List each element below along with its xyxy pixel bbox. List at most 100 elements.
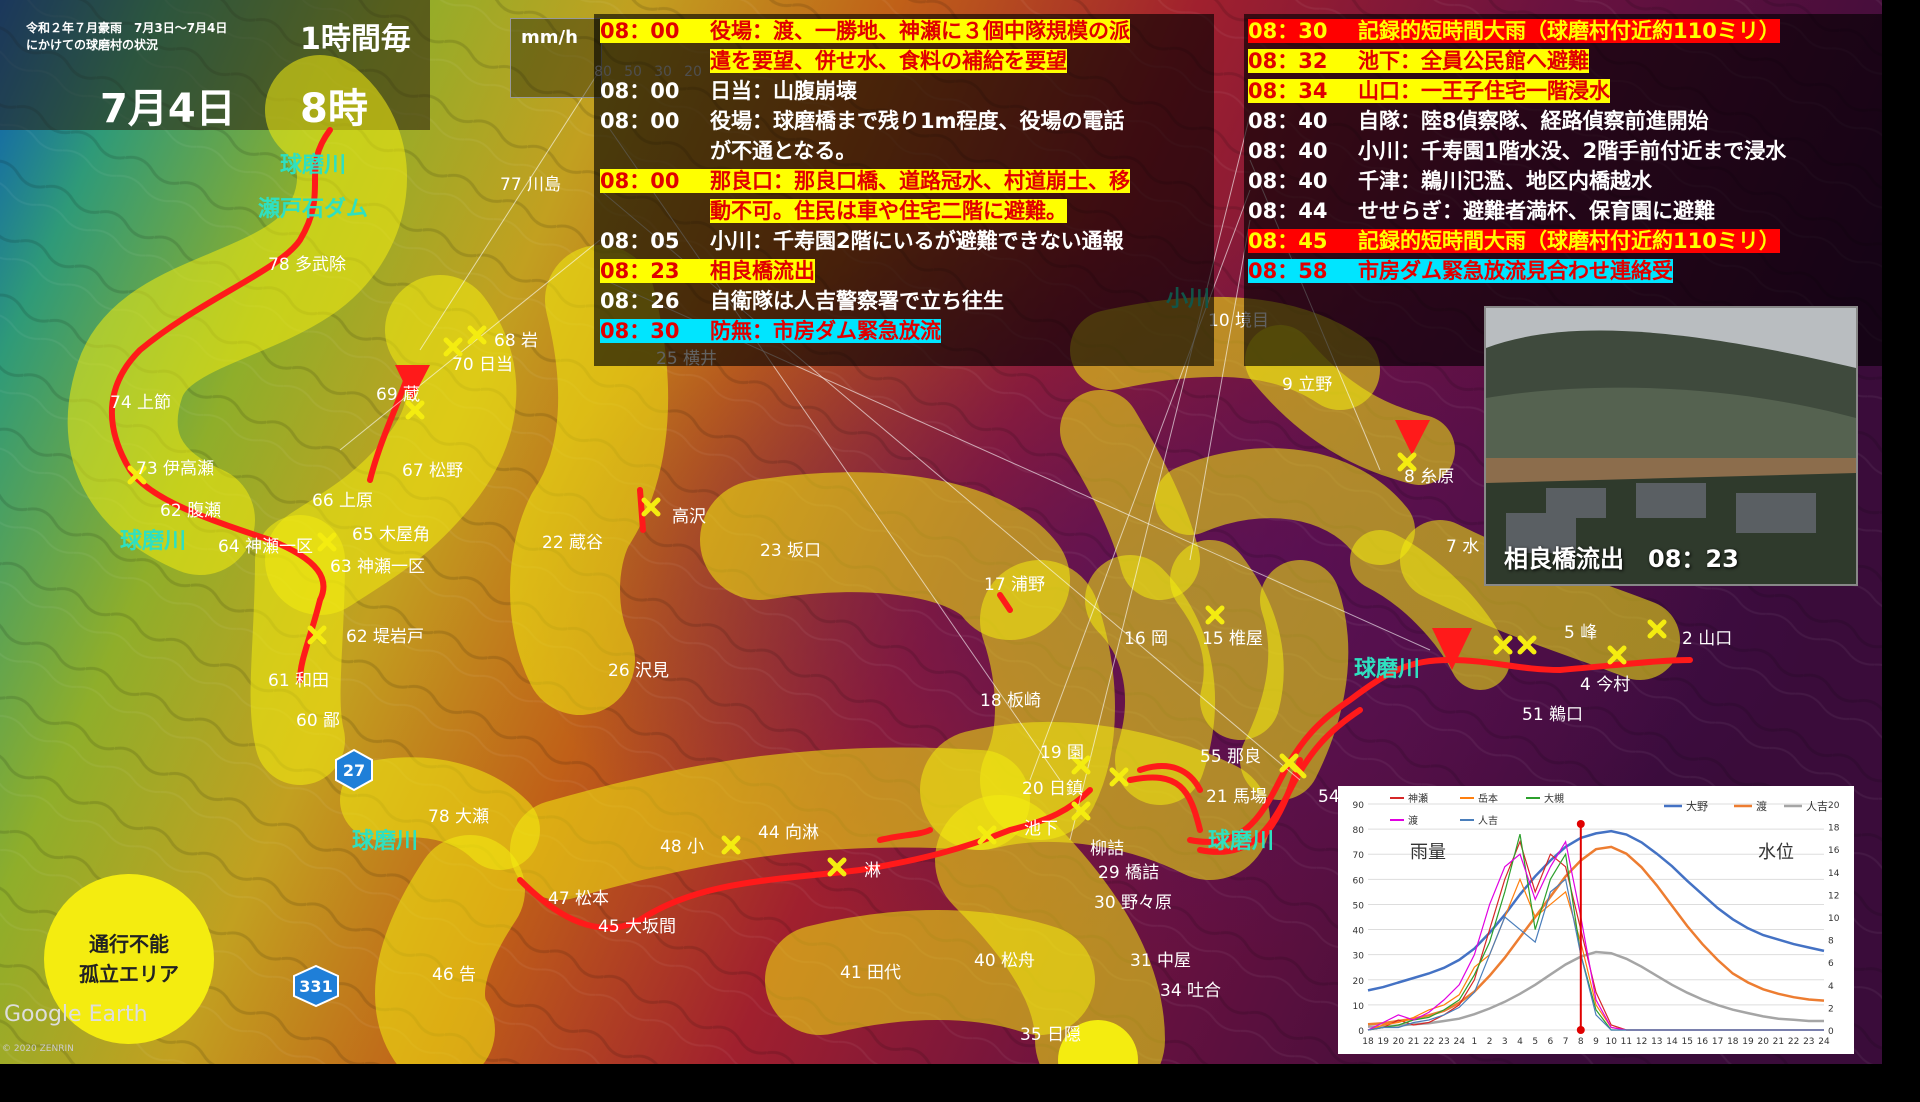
log-time: 08：45 bbox=[1248, 229, 1328, 253]
log-text: 小川：千寿園1階水没、2階手前付近まで浸水 bbox=[1358, 139, 1787, 163]
log-time: 08：34 bbox=[1248, 79, 1328, 103]
event-log-left: 08：00 役場：渡、一勝地、神瀬に３個中隊規模の派 遣を要望、併せ水、食料の補給を… bbox=[600, 16, 1130, 346]
x-tick-label: 8 bbox=[1578, 1037, 1584, 1047]
log-entry: 08：34 山口：一王子住宅一階浸水 bbox=[1248, 76, 1786, 106]
place-label: 22 蔵谷 bbox=[542, 533, 603, 553]
svg-text:27: 27 bbox=[343, 761, 365, 780]
x-tick-label: 3 bbox=[1502, 1037, 1508, 1047]
route-badge-27: 27 bbox=[335, 748, 373, 792]
x-tick-label: 19 bbox=[1377, 1037, 1389, 1047]
right-tick-label: 4 bbox=[1828, 982, 1834, 992]
log-entry: 08：00 役場：渡、一勝地、神瀬に３個中隊規模の派 bbox=[600, 16, 1130, 46]
log-text: 市房ダム緊急放流見合わせ連絡受 bbox=[1358, 259, 1673, 283]
x-tick-label: 23 bbox=[1803, 1037, 1814, 1047]
left-tick-label: 40 bbox=[1353, 927, 1365, 937]
left-axis-label: 雨量 bbox=[1410, 842, 1446, 863]
log-entry: 08：23 相良橋流出 bbox=[600, 256, 1130, 286]
x-tick-label: 22 bbox=[1423, 1037, 1434, 1047]
log-time: 08：40 bbox=[1248, 139, 1328, 163]
place-label: 4 今村 bbox=[1580, 675, 1630, 695]
log-text: 相良橋流出 bbox=[710, 259, 815, 283]
rain-series-line bbox=[1367, 840, 1824, 1031]
place-label: 池下 bbox=[1024, 819, 1058, 839]
x-tick-label: 2 bbox=[1487, 1037, 1493, 1047]
place-label: 73 伊高瀬 bbox=[136, 459, 214, 479]
place-label: 9 立野 bbox=[1282, 375, 1332, 395]
interval-label: 1時間毎 bbox=[300, 22, 411, 57]
right-tick-label: 20 bbox=[1828, 801, 1840, 811]
x-tick-label: 17 bbox=[1712, 1037, 1723, 1047]
log-entry: 08：40 千津：鵜川氾濫、地区内橋越水 bbox=[1248, 166, 1786, 196]
place-label: 70 日当 bbox=[452, 355, 513, 375]
place-label: 48 小 bbox=[660, 837, 704, 857]
left-tick-label: 80 bbox=[1353, 826, 1365, 836]
place-label: 78 多武除 bbox=[268, 255, 346, 275]
rain-water-level-chart: 0 10 20 30 40 50 60 70 80 90 0 2 4 6 8 10 12 14 16 18 20 18 19… bbox=[1338, 786, 1854, 1054]
svg-text:331: 331 bbox=[299, 977, 332, 996]
place-label: 66 上原 bbox=[312, 491, 373, 511]
x-tick-label: 6 bbox=[1548, 1037, 1554, 1047]
log-entry: 08：40 自隊：陸8偵察隊、経路偵察前進開始 bbox=[1248, 106, 1786, 136]
date-label: 7月4日 bbox=[100, 86, 236, 132]
log-time: 08：44 bbox=[1248, 199, 1328, 223]
place-label: 46 告 bbox=[432, 965, 476, 985]
log-time: 08：58 bbox=[1248, 259, 1328, 283]
place-label: 61 和田 bbox=[268, 671, 329, 691]
x-tick-label: 5 bbox=[1532, 1037, 1538, 1047]
log-text: 山口：一王子住宅一階浸水 bbox=[1358, 79, 1610, 103]
place-label: 球磨川 bbox=[280, 153, 346, 178]
log-time: 08：05 bbox=[600, 229, 680, 253]
x-tick-label: 11 bbox=[1621, 1037, 1632, 1047]
log-entry: 08：45 記録的短時間大雨（球磨村付近約110ミリ） bbox=[1248, 226, 1786, 256]
left-tick-label: 50 bbox=[1353, 901, 1365, 911]
x-tick-label: 12 bbox=[1636, 1037, 1647, 1047]
log-text: 防無：市房ダム緊急放流 bbox=[710, 319, 941, 343]
log-time: 08：32 bbox=[1248, 49, 1328, 73]
place-label: 67 松野 bbox=[402, 461, 463, 481]
place-label: 30 野々原 bbox=[1094, 893, 1172, 913]
place-label: 69 蔵 bbox=[376, 385, 420, 405]
log-entry: 08：44 せせらぎ：避難者満杯、保育園に避難 bbox=[1248, 196, 1786, 226]
place-label: 2 山口 bbox=[1682, 629, 1732, 649]
place-label: 54 bbox=[1318, 787, 1340, 807]
left-tick-label: 30 bbox=[1353, 952, 1365, 962]
place-label: 35 日隠 bbox=[1020, 1025, 1081, 1045]
x-tick-label: 20 bbox=[1757, 1037, 1769, 1047]
log-entry: 08：00 日当：山腹崩壊 bbox=[600, 76, 1130, 106]
x-tick-label: 13 bbox=[1651, 1037, 1662, 1047]
right-tick-label: 6 bbox=[1828, 959, 1834, 969]
log-entry: 08：40 小川：千寿園1階水没、2階手前付近まで浸水 bbox=[1248, 136, 1786, 166]
legend-label: 大野 bbox=[1686, 799, 1708, 813]
place-label: 21 馬場 bbox=[1206, 787, 1267, 807]
x-tick-label: 4 bbox=[1517, 1037, 1523, 1047]
google-earth-logo: Google Earth bbox=[4, 1002, 148, 1027]
right-tick-label: 10 bbox=[1828, 914, 1840, 924]
x-tick-label: 21 bbox=[1408, 1037, 1419, 1047]
log-text: 記録的短時間大雨（球磨村付近約110ミリ） bbox=[1358, 19, 1780, 43]
copyright: © 2020 ZENRIN bbox=[2, 1044, 74, 1054]
log-text: 小川：千寿園2階にいるが避難できない通報 bbox=[710, 229, 1124, 253]
place-label: 26 沢見 bbox=[608, 661, 669, 681]
place-label: 18 板崎 bbox=[980, 691, 1041, 711]
log-time: 08：26 bbox=[600, 289, 680, 313]
x-tick-label: 20 bbox=[1393, 1037, 1405, 1047]
place-label: 15 椎屋 bbox=[1202, 629, 1263, 649]
log-entry: 08：32 池下：全員公民館へ避難 bbox=[1248, 46, 1786, 76]
place-label: 20 日鎮 bbox=[1022, 779, 1083, 799]
photo-caption: 相良橋流出 08：23 bbox=[1504, 545, 1739, 573]
isolation-legend-line2: 孤立エリア bbox=[79, 962, 179, 986]
legend-label: 人吉 bbox=[1478, 815, 1498, 827]
legend-label: 渡 bbox=[1408, 814, 1418, 827]
place-label: 瀬戸石ダム bbox=[258, 196, 368, 222]
log-time: 08：23 bbox=[600, 259, 680, 283]
right-tick-label: 0 bbox=[1828, 1027, 1834, 1037]
place-label: 78 大瀬 bbox=[428, 807, 489, 827]
log-continuation: 動不可。住民は車や住宅二階に避難。 bbox=[710, 199, 1067, 223]
rain-scale-box: mm/h bbox=[510, 18, 602, 98]
place-label: 44 向淋 bbox=[758, 823, 819, 843]
place-label: 74 上節 bbox=[110, 393, 171, 413]
log-text: 自隊：陸8偵察隊、経路偵察前進開始 bbox=[1358, 109, 1709, 133]
place-label: 45 大坂間 bbox=[598, 917, 676, 937]
right-tick-label: 18 bbox=[1828, 824, 1840, 834]
log-time: 08：40 bbox=[1248, 109, 1328, 133]
